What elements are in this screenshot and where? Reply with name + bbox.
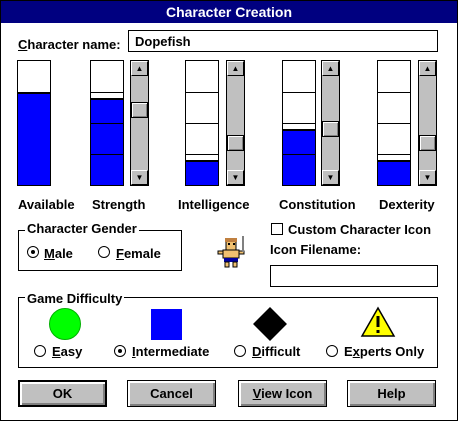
ok-button[interactable]: OK <box>18 380 107 407</box>
intelligence-label: Intelligence <box>178 197 250 212</box>
strength-bar <box>90 60 124 186</box>
intelligence-bar-fill <box>186 160 218 185</box>
blue-square-icon <box>151 309 182 340</box>
female-radio[interactable] <box>98 246 110 258</box>
scroll-up-arrow-icon[interactable]: ▲ <box>322 61 339 76</box>
dexterity-label: Dexterity <box>379 197 435 212</box>
constitution-bar-fill <box>283 129 315 185</box>
constitution-label: Constitution <box>279 197 356 212</box>
male-label[interactable]: Male <box>44 246 73 261</box>
character-name-label: Character name: <box>18 37 121 52</box>
difficulty-group-title: Game Difficulty <box>25 291 125 306</box>
bar-segment-divider <box>186 154 218 155</box>
dexterity-bar-fill <box>378 160 410 185</box>
scroll-down-arrow-icon[interactable]: ▼ <box>322 170 339 185</box>
intermediate-radio[interactable] <box>114 345 126 357</box>
bar-segment-divider <box>91 123 123 124</box>
bar-segment-divider <box>91 154 123 155</box>
icon-filename-label: Icon Filename: <box>270 242 362 257</box>
available-label: Available <box>18 197 75 212</box>
strength-scrollbar[interactable]: ▲ ▼ <box>130 60 149 186</box>
easy-label[interactable]: Easy <box>52 344 82 359</box>
bar-segment-divider <box>283 154 315 155</box>
experts-only-label[interactable]: Experts Only <box>344 344 424 359</box>
dexterity-bar <box>377 60 411 186</box>
available-points-bar <box>17 60 51 186</box>
bar-segment-divider <box>378 123 410 124</box>
scroll-up-arrow-icon[interactable]: ▲ <box>131 61 148 76</box>
constitution-bar <box>282 60 316 186</box>
scroll-up-arrow-icon[interactable]: ▲ <box>419 61 436 76</box>
intelligence-scrollbar[interactable]: ▲ ▼ <box>226 60 245 186</box>
strength-label: Strength <box>92 197 146 212</box>
constitution-scroll-thumb[interactable] <box>322 121 339 137</box>
easy-radio[interactable] <box>34 345 46 357</box>
bar-segment-divider <box>283 123 315 124</box>
warning-triangle-icon <box>360 306 396 337</box>
green-circle-icon <box>49 308 81 340</box>
icon-filename-input[interactable] <box>270 265 438 287</box>
strength-bar-fill <box>91 98 123 185</box>
experts-only-radio[interactable] <box>326 345 338 357</box>
female-label[interactable]: Female <box>116 246 161 261</box>
character-creation-dialog: Character Creation Character name: ▲ ▼ ▲… <box>0 0 458 421</box>
gender-group-title: Character Gender <box>25 221 139 236</box>
male-radio[interactable] <box>27 246 39 258</box>
bar-segment-divider <box>378 92 410 93</box>
character-icon <box>217 236 245 268</box>
difficult-label[interactable]: Difficult <box>252 344 300 359</box>
bar-segment-divider <box>283 92 315 93</box>
intelligence-scroll-thumb[interactable] <box>227 135 244 151</box>
view-icon-button[interactable]: View Icon <box>238 380 327 407</box>
custom-icon-checkbox[interactable] <box>271 223 283 235</box>
scroll-down-arrow-icon[interactable]: ▼ <box>227 170 244 185</box>
cancel-button[interactable]: Cancel <box>127 380 216 407</box>
scroll-up-arrow-icon[interactable]: ▲ <box>227 61 244 76</box>
intelligence-bar <box>185 60 219 186</box>
bar-segment-divider <box>91 92 123 93</box>
custom-icon-label[interactable]: Custom Character Icon <box>288 222 431 237</box>
bar-segment-divider <box>186 92 218 93</box>
character-name-input[interactable] <box>128 30 438 52</box>
scroll-down-arrow-icon[interactable]: ▼ <box>131 170 148 185</box>
scroll-down-arrow-icon[interactable]: ▼ <box>419 170 436 185</box>
strength-scroll-thumb[interactable] <box>131 102 148 118</box>
dexterity-scroll-thumb[interactable] <box>419 135 436 151</box>
help-button[interactable]: Help <box>347 380 436 407</box>
available-bar-fill <box>18 92 50 185</box>
bar-segment-divider <box>186 123 218 124</box>
bar-segment-divider <box>378 154 410 155</box>
constitution-scrollbar[interactable]: ▲ ▼ <box>321 60 340 186</box>
dexterity-scrollbar[interactable]: ▲ ▼ <box>418 60 437 186</box>
window-title: Character Creation <box>1 1 457 23</box>
difficult-radio[interactable] <box>234 345 246 357</box>
intermediate-label[interactable]: Intermediate <box>132 344 209 359</box>
